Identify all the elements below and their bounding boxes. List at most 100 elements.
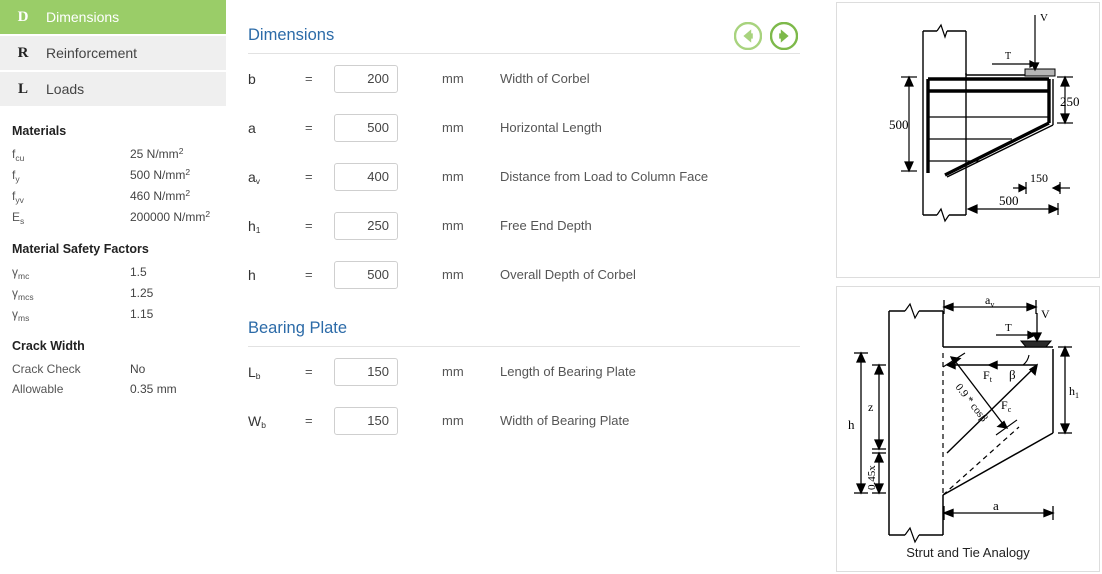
label-force-ft: Ft [983, 368, 993, 384]
sidebar-item-label: Loads [46, 81, 85, 97]
field-unit: mm [442, 169, 464, 184]
material-value: 25 N/mm2 [130, 146, 184, 161]
label-tension-t: T [1005, 51, 1011, 62]
label-dim-h: h [848, 417, 855, 432]
safety-factor-value: 1.15 [130, 307, 154, 321]
label-dim-045x: 0.45x [866, 465, 878, 490]
sidebar-item-label: Reinforcement [46, 45, 138, 61]
material-value: 460 N/mm2 [130, 188, 191, 203]
field-row-a: a = mm Horizontal Length [248, 103, 800, 152]
main-content: Dimensions b = mm Width of Corbel a = mm… [226, 0, 836, 574]
sidebar: D Dimensions R Reinforcement L Loads Mat… [0, 0, 226, 574]
field-unit: mm [442, 218, 464, 233]
field-row-wb: Wb = mm Width of Bearing Plate [248, 396, 800, 445]
diagram-column: V T 500 250 150 500 V T Ft Fc β 0.9 * co… [836, 0, 1102, 574]
safety-factor-value: 1.25 [130, 286, 154, 300]
app-root: D Dimensions R Reinforcement L Loads Mat… [0, 0, 1102, 574]
tension-arrow-t [996, 330, 1037, 340]
material-value: 500 N/mm2 [130, 167, 191, 182]
input-width-of-bearing-plate[interactable] [334, 406, 398, 435]
field-symbol: a [248, 119, 256, 136]
crack-row: Allowable 0.35 mm [12, 379, 214, 399]
corbel-detail-panel: V T 500 250 150 500 [836, 2, 1100, 278]
equals-sign: = [305, 120, 313, 135]
field-description: Length of Bearing Plate [500, 364, 636, 379]
materials-heading: Materials [12, 124, 67, 138]
material-value: 200000 N/mm2 [130, 209, 211, 224]
crack-row: Crack Check No [12, 359, 214, 379]
crack-label: Crack Check [12, 362, 81, 376]
input-horizontal-length[interactable] [334, 113, 398, 142]
corbel-detail-diagram: V T 500 250 150 500 [889, 12, 1080, 223]
previous-page-arrow[interactable] [733, 21, 763, 51]
label-tension-t: T [1005, 322, 1012, 334]
field-symbol: Lb [248, 363, 261, 382]
safety-factor-symbol: γmcs [12, 286, 34, 302]
material-row: fcu 25 N/mm2 [12, 144, 214, 165]
field-description: Free End Depth [500, 218, 592, 233]
crack-value: No [130, 362, 146, 376]
field-symbol: b [248, 70, 256, 87]
label-angle-beta: β [1009, 367, 1016, 382]
sidebar-item-loads[interactable]: L Loads [0, 72, 226, 108]
label-dim-500-vertical: 500 [889, 117, 909, 132]
equals-sign: = [305, 267, 313, 282]
sidebar-item-dimensions[interactable]: D Dimensions [0, 0, 226, 36]
next-page-arrow[interactable] [769, 21, 799, 51]
section-title-bearing-plate: Bearing Plate [248, 319, 348, 337]
input-distance-load-to-column-face[interactable] [334, 162, 398, 191]
strut-tie-panel: V T Ft Fc β 0.9 * cosβ av h1 h z 0.45x a… [836, 286, 1100, 572]
field-row-b: b = mm Width of Corbel [248, 54, 800, 103]
safety-factor-row: γmc 1.5 [12, 262, 214, 283]
field-unit: mm [442, 120, 464, 135]
equals-sign: = [305, 218, 313, 233]
equals-sign: = [305, 71, 313, 86]
field-row-av: av = mm Distance from Load to Column Fac… [248, 152, 800, 201]
load-arrow-v [1031, 313, 1043, 343]
field-symbol: av [248, 168, 261, 187]
material-symbol: fyv [12, 189, 24, 205]
field-description: Width of Corbel [500, 71, 590, 86]
field-row-h1: h1 = mm Free End Depth [248, 201, 800, 250]
material-symbol: fcu [12, 147, 25, 163]
equals-sign: = [305, 413, 313, 428]
nav-key-letter: D [17, 8, 29, 25]
safety-factor-symbol: γms [12, 307, 30, 323]
section-title-dimensions: Dimensions [248, 26, 335, 44]
tension-arrow-t [992, 60, 1038, 68]
sidebar-nav: D Dimensions R Reinforcement L Loads [0, 0, 226, 108]
field-description: Overall Depth of Corbel [500, 267, 636, 282]
field-row-h: h = mm Overall Depth of Corbel [248, 250, 800, 299]
input-length-of-bearing-plate[interactable] [334, 357, 398, 386]
input-overall-depth-of-corbel[interactable] [334, 260, 398, 289]
label-dim-h1: h1 [1069, 384, 1079, 400]
crack-width-heading: Crack Width [12, 339, 85, 353]
material-row: fy 500 N/mm2 [12, 165, 214, 186]
field-unit: mm [442, 71, 464, 86]
sidebar-item-reinforcement[interactable]: R Reinforcement [0, 36, 226, 72]
field-symbol: h1 [248, 217, 261, 236]
label-strut-expression: 0.9 * cosβ [953, 381, 990, 424]
input-width-of-corbel[interactable] [334, 64, 398, 93]
label-dim-z: z [868, 400, 873, 414]
label-load-v: V [1040, 12, 1048, 24]
label-dim-150: 150 [1030, 171, 1048, 185]
field-symbol: Wb [248, 412, 266, 431]
label-load-v: V [1041, 307, 1050, 321]
label-dim-500-horizontal: 500 [999, 193, 1019, 208]
label-dim-av: av [985, 293, 994, 309]
safety-factor-symbol: γmc [12, 265, 30, 281]
field-unit: mm [442, 267, 464, 282]
crack-value: 0.35 mm [130, 382, 177, 396]
safety-factor-row: γmcs 1.25 [12, 283, 214, 304]
input-free-end-depth[interactable] [334, 211, 398, 240]
angle-arc-beta [1022, 354, 1030, 366]
sidebar-item-label: Dimensions [46, 9, 120, 25]
pagination-arrows [733, 21, 799, 51]
label-dim-250: 250 [1060, 94, 1080, 109]
dimension-z [872, 363, 886, 451]
material-row: fyv 460 N/mm2 [12, 186, 214, 207]
equals-sign: = [305, 364, 313, 379]
field-unit: mm [442, 413, 464, 428]
section-bearing-plate: Bearing Plate Lb = mm Length of Bearing … [226, 299, 836, 445]
